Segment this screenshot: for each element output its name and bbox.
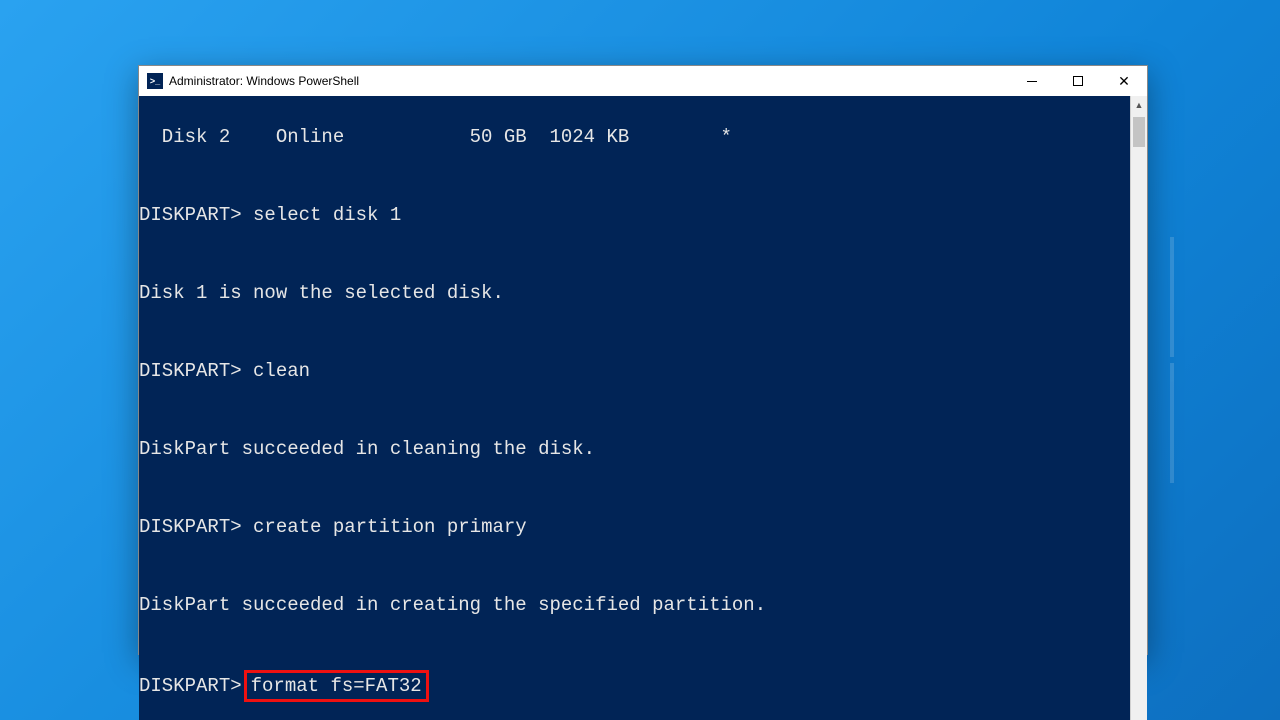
out-create-partition: DiskPart succeeded in creating the speci… xyxy=(139,594,766,616)
prompt: DISKPART> xyxy=(139,360,242,382)
disk-table-row: Disk 2 Online 50 GB 1024 KB * xyxy=(139,126,732,148)
vertical-scrollbar[interactable]: ▲ ▼ xyxy=(1130,96,1147,720)
highlighted-command: format fs=FAT32 xyxy=(244,670,429,702)
titlebar[interactable]: >_ Administrator: Windows PowerShell ✕ xyxy=(139,66,1147,96)
maximize-button[interactable] xyxy=(1055,66,1101,96)
out-clean: DiskPart succeeded in cleaning the disk. xyxy=(139,438,595,460)
out-select-disk: Disk 1 is now the selected disk. xyxy=(139,282,504,304)
scroll-up-button[interactable]: ▲ xyxy=(1131,96,1147,113)
cmd-select-disk: select disk 1 xyxy=(253,204,401,226)
prompt: DISKPART> xyxy=(139,675,242,697)
cmd-create-partition: create partition primary xyxy=(253,516,527,538)
desktop-decoration xyxy=(1160,0,1280,720)
client-area: Disk 2 Online 50 GB 1024 KB * DISKPART> … xyxy=(139,96,1147,720)
minimize-button[interactable] xyxy=(1009,66,1055,96)
scroll-track[interactable] xyxy=(1131,113,1147,720)
cmd-format: format fs=FAT32 xyxy=(251,675,422,697)
powershell-window: >_ Administrator: Windows PowerShell ✕ D… xyxy=(138,65,1148,655)
scroll-thumb[interactable] xyxy=(1133,117,1145,147)
cmd-clean: clean xyxy=(253,360,310,382)
terminal-output[interactable]: Disk 2 Online 50 GB 1024 KB * DISKPART> … xyxy=(139,96,1130,720)
window-title: Administrator: Windows PowerShell xyxy=(169,74,359,88)
prompt: DISKPART> xyxy=(139,516,242,538)
prompt: DISKPART> xyxy=(139,204,242,226)
close-button[interactable]: ✕ xyxy=(1101,66,1147,96)
powershell-icon: >_ xyxy=(147,73,163,89)
